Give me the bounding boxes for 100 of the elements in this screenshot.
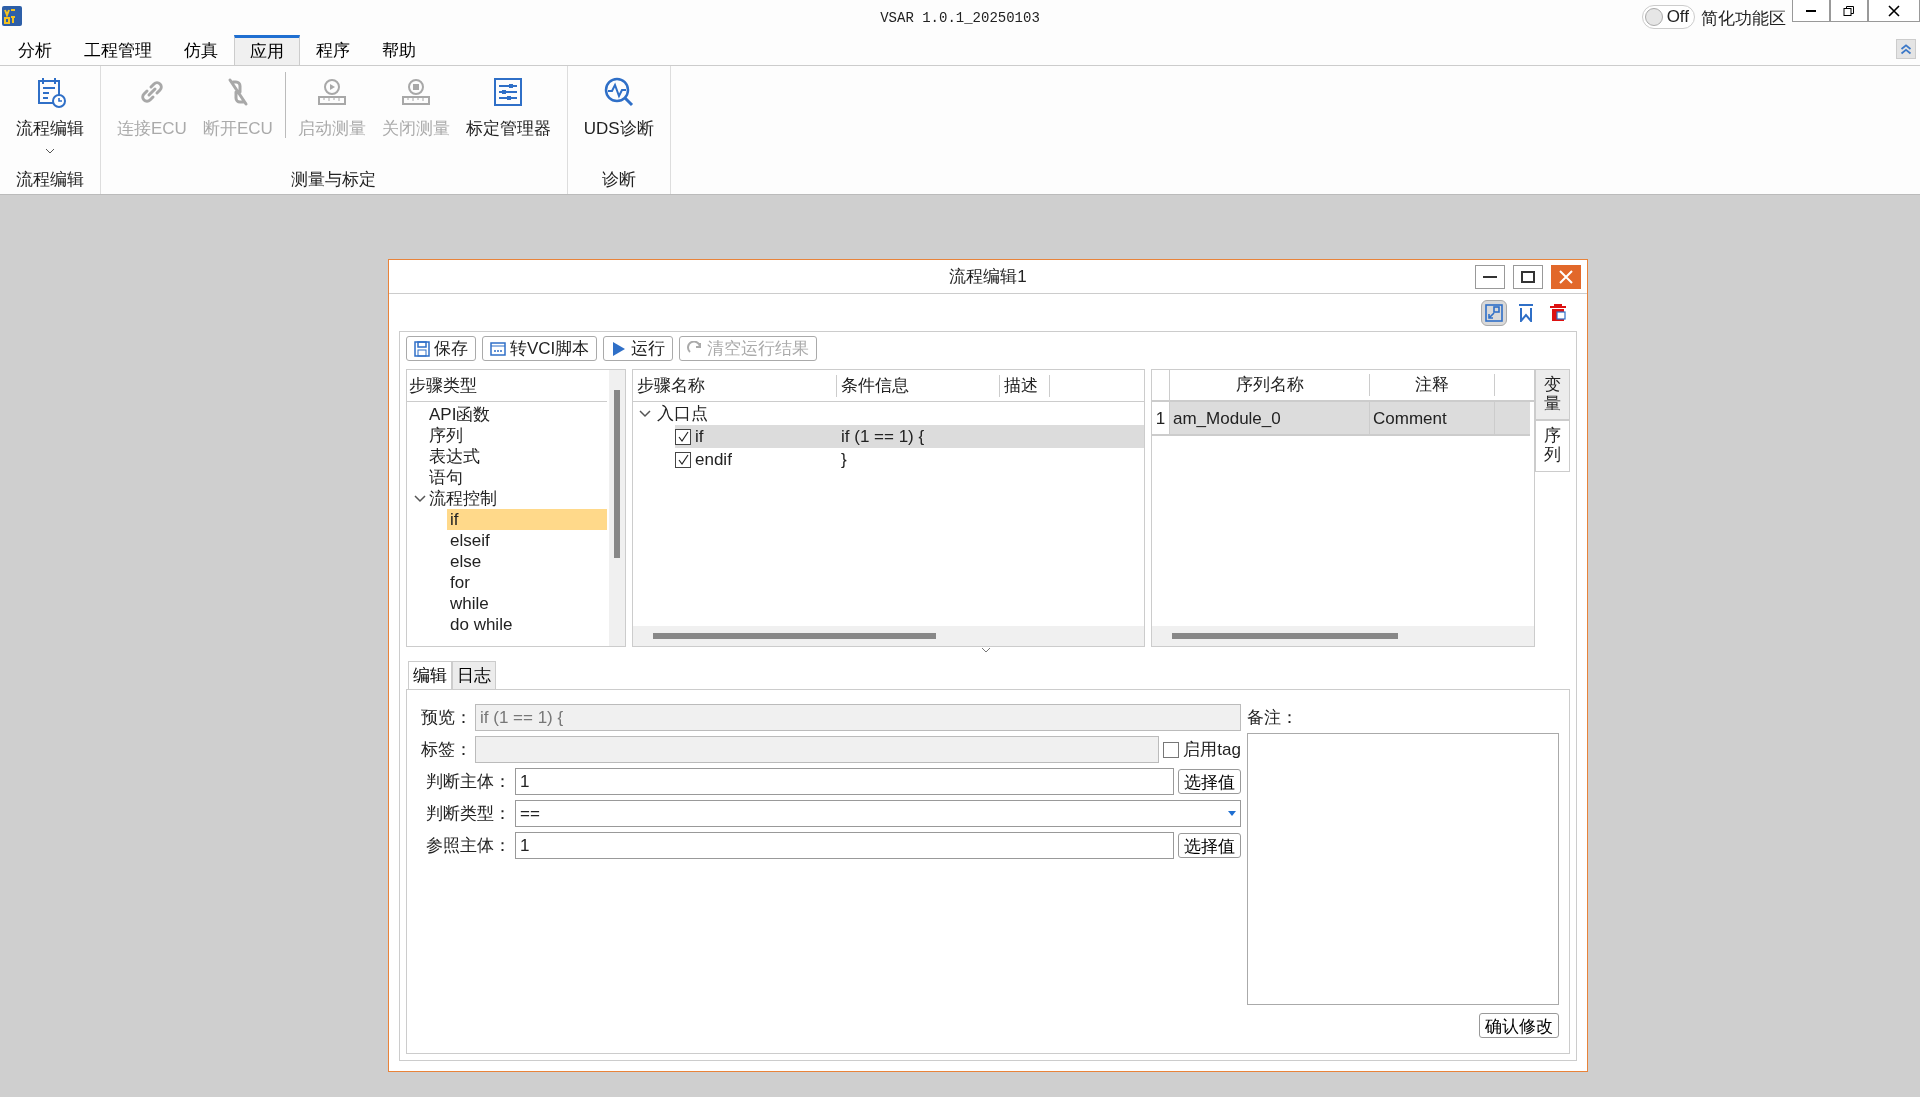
menu-tab[interactable]: 工程管理	[68, 35, 168, 65]
step-row[interactable]: endif }	[675, 448, 1144, 471]
script-icon	[490, 340, 506, 357]
checkbox-label: 启用tag	[1183, 738, 1241, 761]
close-button[interactable]	[1868, 0, 1920, 22]
restore-button[interactable]	[1830, 0, 1868, 22]
tree-item[interactable]: do while	[447, 614, 607, 635]
step-name: endif	[695, 448, 733, 471]
tree-item[interactable]: for	[447, 572, 607, 593]
tree-item[interactable]: 流程控制	[429, 488, 497, 509]
side-tab[interactable]: 序列	[1535, 420, 1570, 472]
column-header: 注释	[1370, 374, 1495, 396]
column-header: 序列名称	[1170, 374, 1370, 396]
menu-tab[interactable]: 仿真	[168, 35, 234, 65]
field-label: 预览：	[421, 706, 471, 729]
table-row[interactable]: 1 am_Module_0 Comment	[1152, 402, 1530, 436]
caret-icon[interactable]	[45, 147, 55, 154]
ribbon-button[interactable]: 流程编辑	[8, 66, 92, 168]
close-button[interactable]	[1551, 265, 1581, 289]
field-label: 参照主体：	[425, 834, 511, 857]
toolbar-button[interactable]: 运行	[603, 336, 674, 361]
stop-gauge-icon	[399, 76, 432, 108]
condition-text: }	[841, 448, 847, 471]
tree-item[interactable]: API函数	[429, 404, 491, 425]
menu-tab[interactable]: 分析	[2, 35, 68, 65]
column-header: 步骤名称	[633, 374, 837, 397]
tab[interactable]: 编辑	[408, 661, 452, 689]
check-icon	[677, 453, 689, 466]
column-header: 条件信息	[837, 374, 1000, 397]
simplify-toggle[interactable]: Off	[1641, 5, 1695, 29]
app-title: VSAR 1.0.1_20250103	[880, 9, 1040, 28]
checkbox[interactable]	[675, 428, 691, 445]
minimize-icon	[1483, 276, 1497, 278]
restore-icon	[1843, 4, 1855, 17]
minimize-button[interactable]	[1475, 265, 1505, 289]
menu-tab[interactable]: 应用	[234, 35, 300, 65]
close-icon	[1888, 4, 1900, 17]
dialog-title: 流程编辑1	[949, 265, 1027, 288]
step-name: if	[695, 425, 705, 448]
chevron-down-icon[interactable]	[981, 647, 991, 653]
checkbox[interactable]	[675, 451, 691, 468]
tab[interactable]: 日志	[452, 661, 496, 689]
group-label: 测量与标定	[290, 169, 378, 191]
column-header: 步骤类型	[409, 374, 477, 397]
tree-item[interactable]: while	[447, 593, 607, 614]
field-label: 判断主体：	[425, 770, 511, 793]
checkbox[interactable]	[1163, 741, 1180, 758]
toolbar-button[interactable]: 转VCI脚本	[482, 336, 598, 361]
note-field[interactable]	[1247, 733, 1559, 1005]
toggle-caption: 简化功能区	[1701, 8, 1786, 30]
save-icon	[414, 340, 430, 357]
ribbon-button[interactable]: UDS诊断	[575, 66, 662, 168]
tree-item[interactable]: 表达式	[429, 446, 480, 467]
tree-item[interactable]: else	[447, 551, 607, 572]
field-label: 标签：	[421, 738, 471, 761]
menu-tab[interactable]: 程序	[300, 35, 366, 65]
side-tab[interactable]: 变量	[1535, 369, 1570, 421]
expand-caret-icon[interactable]	[414, 494, 426, 503]
check-icon	[677, 430, 689, 443]
row-number: 1	[1152, 402, 1170, 434]
dropdown-field[interactable]: ==	[515, 800, 1241, 827]
field-label: 备注：	[1247, 707, 1299, 729]
expand-caret-icon[interactable]	[639, 409, 651, 418]
play-gauge-icon	[315, 76, 348, 108]
menu-tab[interactable]: 帮助	[366, 35, 432, 65]
minimize-button[interactable]	[1792, 0, 1830, 22]
app-logo-icon	[2, 6, 22, 26]
sliders-icon	[492, 76, 525, 108]
tree-item[interactable]: 序列	[429, 425, 463, 446]
pop-out-icon[interactable]	[1481, 299, 1507, 326]
group-label: 诊断	[600, 169, 637, 191]
select-value-button[interactable]: 选择值	[1178, 833, 1241, 858]
preview-field[interactable]: if (1 == 1) {	[475, 704, 1241, 731]
group-label: 流程编辑	[15, 169, 85, 191]
tree-item[interactable]: elseif	[447, 530, 607, 551]
close-icon	[1559, 270, 1573, 284]
condition-text: if (1 == 1) {	[841, 425, 925, 448]
scrollbar-thumb[interactable]	[614, 390, 620, 558]
confirm-button[interactable]: 确认修改	[1479, 1013, 1559, 1038]
table-cell: am_Module_0	[1170, 402, 1370, 434]
field-label: 判断类型：	[425, 802, 511, 825]
toolbar-button[interactable]: 保存	[406, 336, 476, 361]
scrollbar-thumb[interactable]	[1172, 633, 1398, 639]
pulse-search-icon	[602, 76, 635, 108]
input-field[interactable]: 1	[515, 768, 1174, 795]
select-value-button[interactable]: 选择值	[1178, 769, 1241, 794]
scrollbar-thumb[interactable]	[653, 633, 936, 639]
tree-item[interactable]: 语句	[429, 467, 463, 488]
ribbon-button[interactable]: 标定管理器	[457, 66, 559, 168]
dropdown-arrow-icon[interactable]	[1228, 811, 1236, 816]
maximize-icon	[1521, 271, 1535, 283]
tree-item[interactable]: if	[447, 509, 607, 530]
input-field[interactable]: 1	[515, 832, 1174, 859]
tag-field[interactable]	[475, 736, 1160, 763]
step-row[interactable]: if if (1 == 1) {	[675, 425, 1144, 448]
tree-item[interactable]: 入口点	[657, 400, 708, 427]
maximize-button[interactable]	[1513, 265, 1543, 289]
table-cell: Comment	[1370, 402, 1495, 434]
collapse-ribbon-icon[interactable]	[1896, 39, 1916, 59]
column-header: 描述	[1000, 374, 1050, 397]
